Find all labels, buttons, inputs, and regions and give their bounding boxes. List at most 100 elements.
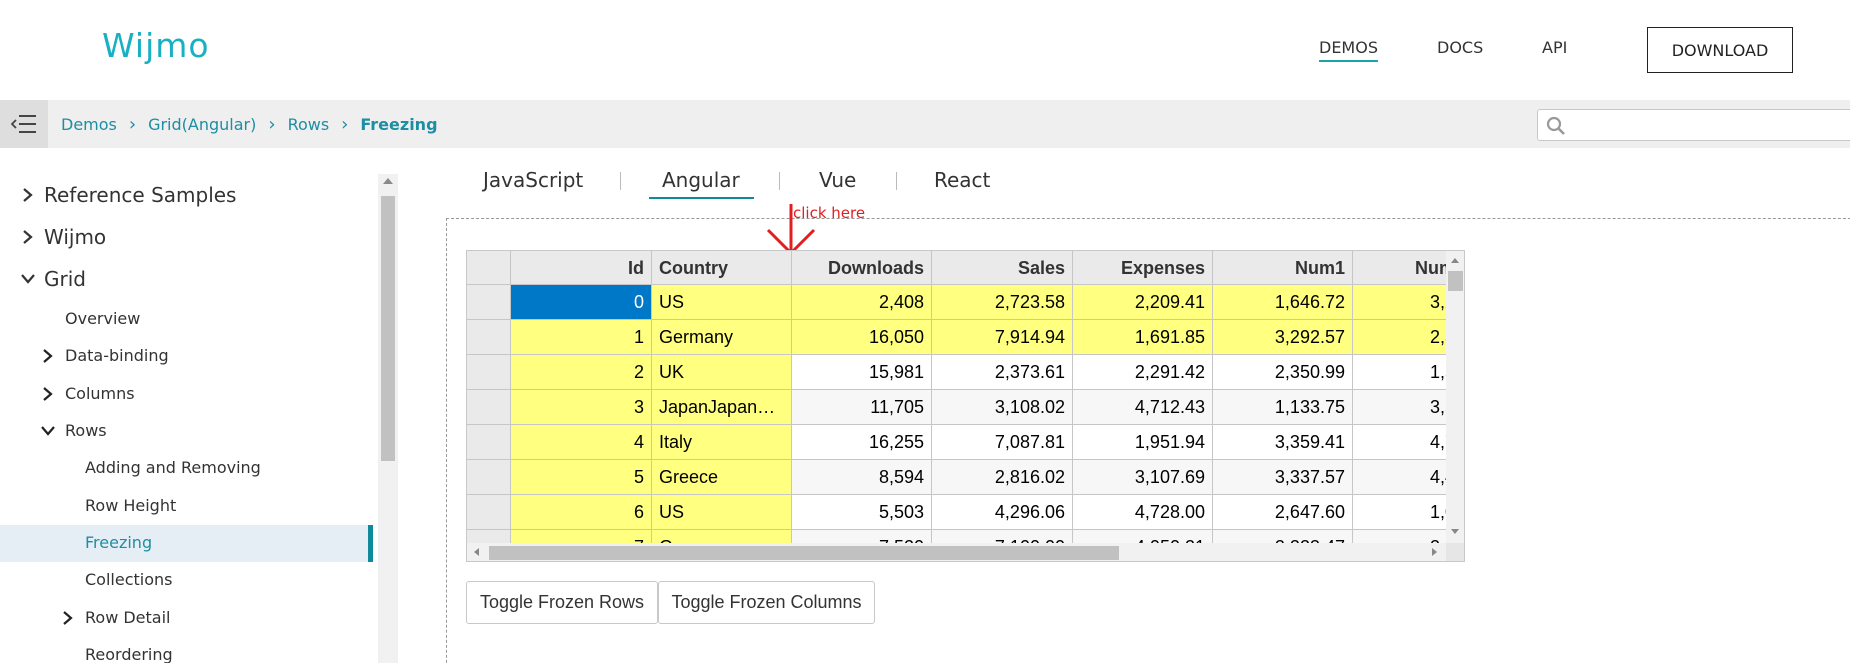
column-header[interactable]: Country <box>652 251 792 285</box>
sidebar-item-reordering[interactable]: Reordering <box>85 645 173 663</box>
grid-cell[interactable]: 1,691.85 <box>1073 320 1213 355</box>
grid-top-left-cell[interactable] <box>467 251 511 285</box>
grid-horizontal-scrollbar[interactable] <box>467 543 1446 561</box>
sidebar-item-data-binding[interactable]: Data-binding <box>42 346 169 365</box>
scroll-left-arrow-icon[interactable] <box>474 548 479 556</box>
column-header[interactable]: Id <box>511 251 652 285</box>
grid-cell[interactable]: 8,594 <box>792 460 932 495</box>
sidebar-item-reference-samples[interactable]: Reference Samples <box>22 183 236 207</box>
scroll-right-arrow-icon[interactable] <box>1432 548 1437 556</box>
grid-cell[interactable]: 1,133.75 <box>1213 390 1353 425</box>
breadcrumb-demos[interactable]: Demos <box>61 115 117 134</box>
grid-cell[interactable]: 3 <box>511 390 652 425</box>
sidebar-toggle-button[interactable] <box>0 100 48 148</box>
column-header[interactable]: Sales <box>932 251 1073 285</box>
grid-cell[interactable]: 1,646.72 <box>1213 285 1353 320</box>
grid-cell[interactable]: 2,816.02 <box>932 460 1073 495</box>
sidebar-item-overview[interactable]: Overview <box>65 309 140 328</box>
nav-api[interactable]: API <box>1542 38 1567 57</box>
nav-docs[interactable]: DOCS <box>1437 38 1483 57</box>
sidebar-item-rows[interactable]: Rows <box>40 421 107 440</box>
breadcrumb-grid-angular[interactable]: Grid(Angular) <box>148 115 256 134</box>
grid-cell[interactable]: 3,292.57 <box>1213 320 1353 355</box>
grid-cell[interactable]: 7,087.81 <box>932 425 1073 460</box>
grid-cell[interactable]: US <box>652 495 792 530</box>
row-header[interactable] <box>467 285 511 320</box>
toggle-frozen-columns-button[interactable]: Toggle Frozen Columns <box>658 581 875 624</box>
scroll-down-arrow-icon[interactable] <box>1451 529 1459 534</box>
sidebar-item-grid[interactable]: Grid <box>20 267 86 291</box>
grid-cell[interactable]: 4,712.43 <box>1073 390 1213 425</box>
grid-cell[interactable]: Greece <box>652 460 792 495</box>
grid-cell[interactable]: 4,728.00 <box>1073 495 1213 530</box>
row-header[interactable] <box>467 425 511 460</box>
sidebar-item-collections[interactable]: Collections <box>85 570 172 589</box>
grid-cell[interactable]: US <box>652 285 792 320</box>
grid-cell[interactable]: 1,951.94 <box>1073 425 1213 460</box>
sidebar-item-adding-and-removing[interactable]: Adding and Removing <box>85 458 261 477</box>
grid-cell[interactable]: 16,255 <box>792 425 932 460</box>
grid-cell[interactable]: 2,373.61 <box>932 355 1073 390</box>
grid-horizontal-scroll-thumb[interactable] <box>489 546 1119 560</box>
tab-react[interactable]: React <box>934 168 990 192</box>
grid-cell[interactable]: 4 <box>511 425 652 460</box>
scroll-up-arrow-icon[interactable] <box>1451 258 1459 263</box>
flex-grid[interactable]: Id Country Downloads Sales Expenses Num1 Num2 0… <box>466 250 1465 562</box>
search-input[interactable] <box>1572 112 1842 138</box>
grid-cell[interactable]: 7,914.94 <box>932 320 1073 355</box>
grid-cell[interactable]: 2,647.60 <box>1213 495 1353 530</box>
grid-cell[interactable]: 2,723.58 <box>932 285 1073 320</box>
grid-cell[interactable]: 11,705 <box>792 390 932 425</box>
grid-cell[interactable]: 3,107.69 <box>1073 460 1213 495</box>
grid-cell[interactable]: 2,291.42 <box>1073 355 1213 390</box>
row-header[interactable] <box>467 320 511 355</box>
row-header[interactable] <box>467 460 511 495</box>
sidebar-item-columns[interactable]: Columns <box>42 384 135 403</box>
sidebar-item-freezing[interactable]: Freezing <box>85 533 152 552</box>
grid-cell[interactable]: 5,503 <box>792 495 932 530</box>
breadcrumb-rows[interactable]: Rows <box>288 115 330 134</box>
tab-angular[interactable]: Angular <box>662 168 740 192</box>
sidebar-item-label: Grid <box>44 267 86 291</box>
row-header[interactable] <box>467 355 511 390</box>
grid-vertical-scroll-thumb[interactable] <box>1448 271 1463 291</box>
tab-javascript[interactable]: JavaScript <box>483 168 583 192</box>
grid-cell[interactable]: Italy <box>652 425 792 460</box>
nav-demos[interactable]: DEMOS <box>1319 38 1378 62</box>
grid-cell[interactable]: 5 <box>511 460 652 495</box>
wijmo-logo[interactable]: Wijmo <box>102 26 210 65</box>
grid-cell[interactable]: 2,209.41 <box>1073 285 1213 320</box>
scroll-up-arrow-icon[interactable] <box>383 178 393 184</box>
grid-cell[interactable]: 3,337.57 <box>1213 460 1353 495</box>
grid-cell[interactable]: 0 <box>511 285 652 320</box>
grid-cell[interactable]: UK <box>652 355 792 390</box>
grid-cell[interactable]: JapanJapanJ… <box>652 390 792 425</box>
download-button[interactable]: DOWNLOAD <box>1647 27 1793 73</box>
tab-vue[interactable]: Vue <box>819 168 856 192</box>
grid-cell[interactable]: Germany <box>652 320 792 355</box>
toggle-frozen-rows-button[interactable]: Toggle Frozen Rows <box>466 581 658 624</box>
grid-cell[interactable]: 3,108.02 <box>932 390 1073 425</box>
sidebar-scroll-thumb[interactable] <box>381 196 395 461</box>
column-header[interactable]: Downloads <box>792 251 932 285</box>
grid-cell[interactable]: 4,296.06 <box>932 495 1073 530</box>
grid-cell[interactable]: 1 <box>511 320 652 355</box>
chevron-right-icon <box>43 387 53 401</box>
sidebar-item-label: Rows <box>65 421 107 440</box>
column-header[interactable]: Num1 <box>1213 251 1353 285</box>
grid-cell[interactable]: 2,408 <box>792 285 932 320</box>
grid-cell[interactable]: 16,050 <box>792 320 932 355</box>
grid-cell[interactable]: 15,981 <box>792 355 932 390</box>
grid-cell[interactable]: 6 <box>511 495 652 530</box>
sidebar-item-row-detail[interactable]: Row Detail <box>62 608 171 627</box>
sidebar-item-row-height[interactable]: Row Height <box>85 496 176 515</box>
column-header[interactable]: Expenses <box>1073 251 1213 285</box>
grid-cell[interactable]: 3,359.41 <box>1213 425 1353 460</box>
row-header[interactable] <box>467 495 511 530</box>
grid-vertical-scrollbar[interactable] <box>1446 251 1464 543</box>
grid-cell[interactable]: 2 <box>511 355 652 390</box>
search-box[interactable] <box>1537 109 1850 141</box>
sidebar-item-wijmo[interactable]: Wijmo <box>22 225 106 249</box>
grid-cell[interactable]: 2,350.99 <box>1213 355 1353 390</box>
row-header[interactable] <box>467 390 511 425</box>
